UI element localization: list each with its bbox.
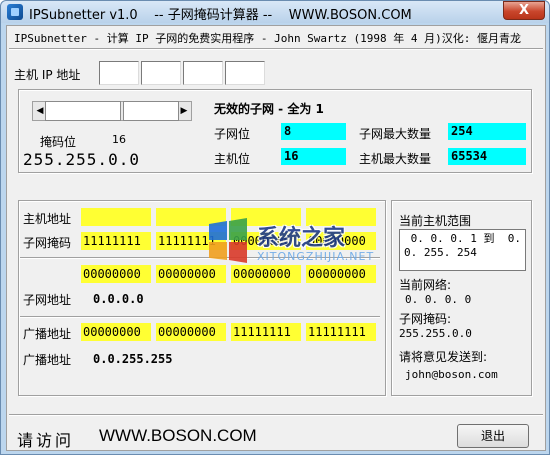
title-bar[interactable]: IPSubnetter v1.0 -- 子网掩码计算器 -- WWW.BOSON… bbox=[1, 1, 549, 23]
close-button[interactable]: X bbox=[503, 1, 545, 20]
host-address-octet-1 bbox=[81, 208, 151, 226]
app-window: IPSubnetter v1.0 -- 子网掩码计算器 -- WWW.BOSON… bbox=[0, 0, 550, 455]
mask-bits-value: 16 bbox=[112, 133, 126, 146]
subnet-mask-binary-label: 子网掩码 bbox=[23, 236, 72, 250]
range-subnet-mask-value: 255.255.0.0 bbox=[399, 327, 472, 340]
host-ip-octet-2[interactable] bbox=[141, 61, 181, 85]
host-address-label: 主机地址 bbox=[23, 212, 72, 226]
divider bbox=[20, 257, 380, 259]
broadcast-binary-label: 广播地址 bbox=[23, 327, 72, 341]
client-area: IPSubnetter - 计算 IP 子网的免费实用程序 - John Swa… bbox=[6, 25, 546, 451]
broadcast-octet-3: 11111111 bbox=[231, 323, 301, 341]
slider-thumb[interactable] bbox=[123, 101, 179, 121]
range-title: 当前主机范围 bbox=[399, 214, 472, 228]
max-subnets-value: 254 bbox=[448, 123, 526, 140]
subnet-address-octet-1: 00000000 bbox=[81, 265, 151, 283]
subnet-bits-value: 8 bbox=[281, 123, 346, 140]
host-address-octet-4 bbox=[306, 208, 376, 226]
app-icon bbox=[7, 4, 23, 20]
subtitle-text: IPSubnetter - 计算 IP 子网的免费实用程序 - John Swa… bbox=[14, 32, 522, 45]
feedback-label: 请将意见发送到: bbox=[399, 350, 488, 364]
current-network-label: 当前网络: bbox=[399, 278, 452, 292]
subnet-mask-octet-4: 00000000 bbox=[306, 232, 376, 250]
range-textbox[interactable]: 0. 0. 0. 1 到 0. 0. 255. 254 bbox=[399, 229, 526, 271]
feedback-email[interactable]: john@boson.com bbox=[405, 368, 498, 381]
subnet-address-octet-4: 00000000 bbox=[306, 265, 376, 283]
host-ip-octet-3[interactable] bbox=[183, 61, 223, 85]
host-bits-value: 16 bbox=[281, 148, 346, 165]
broadcast-octet-1: 00000000 bbox=[81, 323, 151, 341]
host-address-octet-3 bbox=[231, 208, 301, 226]
subnet-mask-octet-1: 11111111 bbox=[81, 232, 151, 250]
subnet-mask-octet-3: 00000000 bbox=[231, 232, 301, 250]
divider bbox=[20, 316, 380, 318]
slider-track-left[interactable] bbox=[45, 101, 121, 121]
host-ip-octet-1[interactable] bbox=[99, 61, 139, 85]
window-title: IPSubnetter v1.0 -- 子网掩码计算器 -- WWW.BOSON… bbox=[29, 8, 412, 23]
invalid-subnet-text: 无效的子网 - 全为 1 bbox=[214, 102, 324, 116]
max-hosts-value: 65534 bbox=[448, 148, 526, 165]
mask-bits-slider[interactable]: ◀ ▶ bbox=[32, 101, 192, 121]
subnet-address-octet-2: 00000000 bbox=[156, 265, 226, 283]
divider bbox=[9, 48, 543, 50]
broadcast-address-value: 0.0.255.255 bbox=[93, 352, 173, 366]
mask-dotted-value: 255.255.0.0 bbox=[23, 150, 140, 169]
range-subnet-mask-label: 子网掩码: bbox=[399, 312, 452, 326]
mask-bits-label: 掩码位 bbox=[40, 135, 77, 149]
host-ip-label: 主机 IP 地址 bbox=[14, 68, 81, 82]
broadcast-address-label: 广播地址 bbox=[23, 353, 72, 367]
host-bits-label: 主机位 bbox=[214, 152, 251, 166]
slider-right-arrow-icon[interactable]: ▶ bbox=[177, 102, 191, 120]
max-subnets-label: 子网最大数量 bbox=[359, 127, 432, 141]
visit-url-link[interactable]: WWW.BOSON.COM bbox=[99, 426, 257, 446]
exit-button[interactable]: 退出 bbox=[457, 424, 529, 448]
subnet-address-octet-3: 00000000 bbox=[231, 265, 301, 283]
subnet-mask-octet-2: 11111111 bbox=[156, 232, 226, 250]
visit-label: 请访问 bbox=[17, 431, 75, 450]
broadcast-octet-2: 00000000 bbox=[156, 323, 226, 341]
binary-group bbox=[18, 200, 386, 396]
subnet-bits-label: 子网位 bbox=[214, 127, 251, 141]
subnet-address-value: 0.0.0.0 bbox=[93, 292, 144, 306]
max-hosts-label: 主机最大数量 bbox=[359, 152, 432, 166]
broadcast-octet-4: 11111111 bbox=[306, 323, 376, 341]
host-address-octet-2 bbox=[156, 208, 226, 226]
subnet-address-label: 子网地址 bbox=[23, 293, 72, 307]
host-ip-octet-4[interactable] bbox=[225, 61, 265, 85]
divider bbox=[9, 414, 543, 416]
current-network-value: 0. 0. 0. 0 bbox=[405, 293, 472, 306]
